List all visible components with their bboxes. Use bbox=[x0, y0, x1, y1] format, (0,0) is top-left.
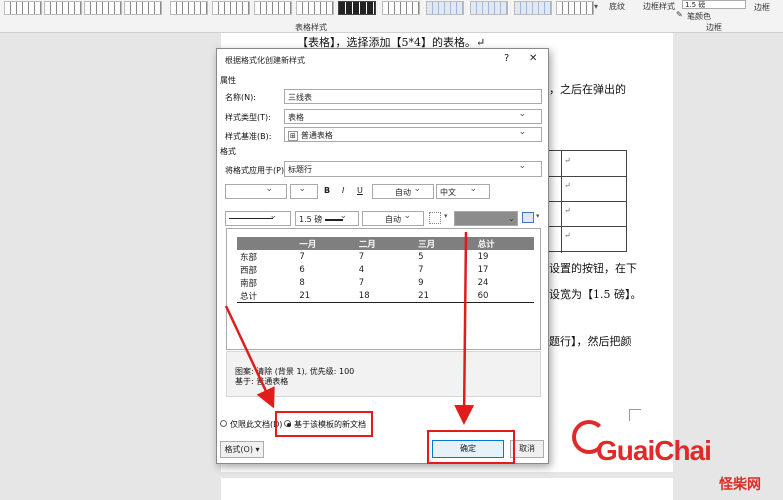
watermark-brand-cn: 怪柴网 bbox=[719, 477, 761, 493]
arrow-to-ok bbox=[454, 231, 475, 425]
annotation-arrows bbox=[224, 231, 475, 425]
arrow-to-radio bbox=[224, 305, 275, 409]
watermark-brand: GuaiChai bbox=[596, 435, 712, 466]
